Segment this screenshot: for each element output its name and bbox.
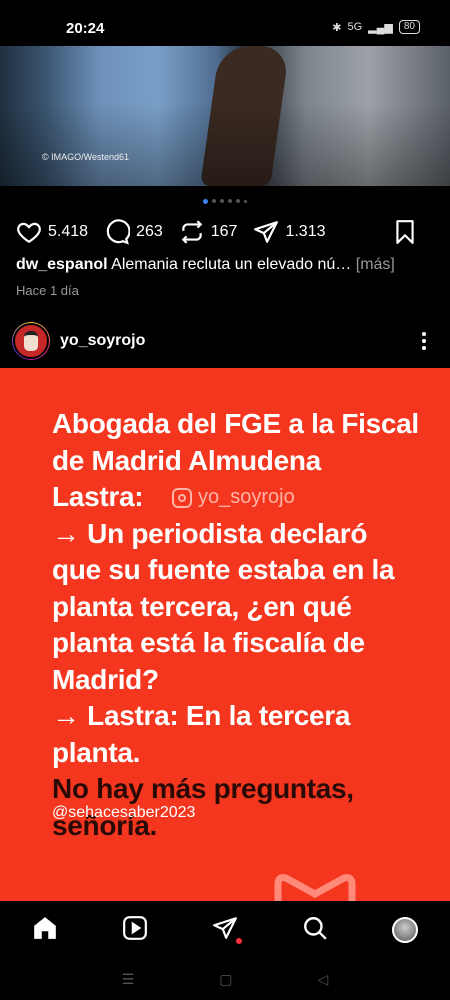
quote-line: planta está la fiscalía de bbox=[52, 627, 365, 658]
send-icon bbox=[213, 916, 237, 939]
tab-reels[interactable] bbox=[122, 915, 148, 946]
post-header: yo_soyrojo bbox=[12, 320, 434, 362]
status-bar: 20:24 ✱ 5G ▂▄▆ 80 bbox=[0, 0, 450, 46]
clock: 20:24 bbox=[66, 20, 105, 37]
heart-icon bbox=[17, 222, 41, 244]
tab-home[interactable] bbox=[32, 915, 58, 946]
carousel-dot bbox=[220, 199, 224, 203]
home-icon bbox=[34, 916, 56, 939]
carousel-dot-active bbox=[203, 199, 208, 204]
save-button[interactable] bbox=[392, 219, 418, 245]
bluetooth-icon: ✱ bbox=[332, 21, 342, 34]
quote-line: Madrid? bbox=[52, 663, 159, 695]
avatar[interactable] bbox=[12, 322, 50, 360]
carousel-dot bbox=[236, 199, 240, 203]
search-icon bbox=[304, 916, 327, 940]
signal-icon: ▂▄▆ bbox=[368, 21, 393, 34]
tab-profile[interactable] bbox=[392, 917, 418, 943]
home-button-icon[interactable]: ▢ bbox=[219, 971, 232, 988]
recent-apps-icon[interactable]: ☰ bbox=[122, 971, 135, 988]
quote-line: Abogada del FGE a la Fiscal bbox=[52, 408, 419, 439]
post-actions: 5.418 263 167 1.313 bbox=[16, 218, 434, 246]
comment-icon bbox=[106, 219, 131, 245]
caption-text: Alemania recluta un elevado nú… bbox=[111, 256, 352, 273]
m-logo-icon bbox=[274, 874, 356, 902]
watermark-text: yo_soyrojo bbox=[198, 486, 295, 508]
repost-count: 167 bbox=[210, 223, 238, 240]
post-caption[interactable]: dw_espanol Alemania recluta un elevado n… bbox=[16, 256, 434, 274]
post-quote: Abogada del FGE a la Fiscal de Madrid Alm… bbox=[52, 406, 442, 844]
source-handle: @sehacesaber2023 bbox=[52, 804, 196, 821]
more-link[interactable]: [más] bbox=[356, 256, 395, 273]
image-credit: © IMAGO/Westend61 bbox=[42, 152, 129, 162]
network-label: 5G bbox=[347, 21, 363, 33]
bottom-tab-bar bbox=[0, 901, 450, 959]
carousel-dot bbox=[244, 200, 247, 203]
like-count: 5.418 bbox=[48, 223, 89, 240]
system-icons: ✱ 5G ▂▄▆ 80 bbox=[332, 20, 420, 34]
quote-line: planta. bbox=[52, 736, 141, 768]
repost-icon bbox=[181, 220, 202, 244]
post-time: Hace 1 día bbox=[16, 283, 79, 298]
comment-count: 263 bbox=[136, 223, 163, 240]
share-count: 1.313 bbox=[285, 223, 326, 240]
tab-messages[interactable] bbox=[212, 915, 242, 946]
share-button[interactable]: 1.313 bbox=[253, 219, 326, 245]
back-icon[interactable]: ◁ bbox=[318, 971, 329, 988]
more-options-icon[interactable] bbox=[414, 332, 434, 350]
notification-dot bbox=[236, 937, 242, 944]
reels-icon bbox=[123, 915, 147, 940]
quote-line: → Lastra: En la tercera bbox=[52, 700, 351, 731]
tab-search[interactable] bbox=[302, 915, 328, 946]
system-nav-bar: ☰ ▢ ◁ bbox=[0, 959, 450, 1000]
post-image[interactable]: © IMAGO/Westend61 bbox=[0, 46, 450, 186]
comment-button[interactable]: 263 bbox=[104, 219, 163, 245]
watermark: yo_soyrojo bbox=[172, 486, 295, 509]
carousel-dot bbox=[212, 199, 216, 203]
quote-line-emphasis: No hay más preguntas, bbox=[52, 773, 354, 804]
quote-line: planta tercera, ¿en qué bbox=[52, 590, 352, 622]
caption-username[interactable]: dw_espanol bbox=[16, 256, 108, 273]
instagram-icon bbox=[172, 487, 192, 508]
quote-line: de Madrid Almudena bbox=[52, 444, 321, 476]
battery-indicator: 80 bbox=[398, 20, 420, 34]
bookmark-icon bbox=[396, 220, 414, 244]
quote-line: → Un periodista declaró bbox=[52, 517, 368, 549]
profile-avatar bbox=[392, 917, 418, 943]
repost-button[interactable]: 167 bbox=[179, 219, 238, 245]
quote-line: que su fuente estaba en la bbox=[52, 554, 395, 585]
like-button[interactable]: 5.418 bbox=[16, 219, 88, 245]
carousel-indicator bbox=[0, 199, 450, 204]
carousel-dot bbox=[228, 199, 232, 203]
post-username[interactable]: yo_soyrojo bbox=[60, 332, 145, 350]
send-icon bbox=[254, 221, 279, 243]
